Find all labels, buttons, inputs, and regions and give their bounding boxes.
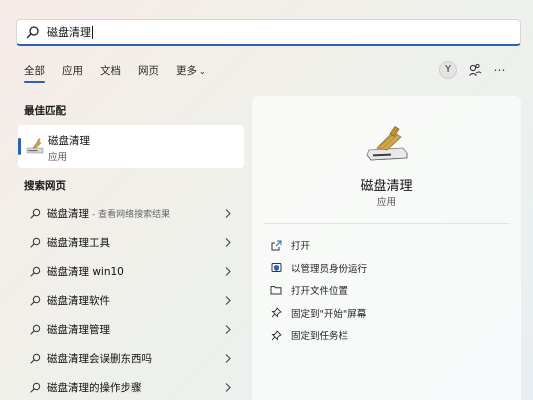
tab-apps-label: 应用 [62,65,83,77]
action-pin-to-start[interactable]: 固定到"开始"屏幕 [270,302,367,325]
tab-more-label: 更多 [176,65,197,77]
action-pin-to-start-label: 固定到"开始"屏幕 [291,308,367,320]
more-options-icon[interactable]: ⋯ [492,62,508,78]
web-result-hint: - 查看网络搜索结果 [92,210,171,220]
search-icon [30,295,41,306]
selection-indicator [18,138,21,155]
text-caret [92,25,93,39]
tab-all[interactable]: 全部 [24,62,45,83]
web-result-item[interactable]: 磁盘清理的操作步骤 [18,373,244,400]
chevron-right-icon [225,209,231,218]
divider [264,223,509,224]
web-result-label: 磁盘清理 [47,208,89,220]
chevron-right-icon [225,325,231,334]
chevron-right-icon [225,296,231,305]
pin-icon [270,307,282,319]
share-icon[interactable] [467,62,483,78]
best-match-item[interactable]: 磁盘清理 应用 [18,125,244,168]
tab-more[interactable]: 更多 ⌄ [176,62,206,82]
top-right-controls: Y ⋯ [439,61,517,79]
disk-cleanup-icon [26,138,44,154]
search-icon [30,208,41,219]
web-search-heading: 搜索网页 [24,180,66,192]
chevron-right-icon [225,267,231,276]
action-open-file-location-label: 打开文件位置 [291,286,349,298]
avatar[interactable]: Y [439,61,457,79]
search-icon [26,26,39,39]
folder-icon [270,284,282,296]
action-run-as-admin[interactable]: 以管理员身份运行 [270,257,367,280]
tab-web[interactable]: 网页 [138,62,159,82]
web-result-label: 磁盘清理 win10 [47,266,124,278]
search-icon [30,324,41,335]
best-match-heading: 最佳匹配 [24,105,66,117]
pin-icon [270,329,282,341]
chevron-right-icon [225,383,231,392]
web-result-item[interactable]: 磁盘清理会误删东西吗 [18,344,244,373]
action-pin-to-taskbar-label: 固定到任务栏 [291,331,349,343]
web-result-item[interactable]: 磁盘清理 - 查看网络搜索结果 [18,199,244,228]
tab-apps[interactable]: 应用 [62,62,83,82]
detail-app-name: 磁盘清理 [360,179,413,194]
tab-documents[interactable]: 文档 [100,62,121,82]
detail-pane: 磁盘清理 应用 打开 以管理员身份运行 打开文件位置 固定到"开始"屏幕 固定到… [252,96,521,400]
search-input[interactable]: 磁盘清理 [47,24,91,40]
web-result-item[interactable]: 磁盘清理 win10 [18,257,244,286]
web-result-label: 磁盘清理工具 [47,237,110,249]
open-icon [270,239,282,251]
search-box[interactable]: 磁盘清理 [16,19,521,46]
web-result-item[interactable]: 磁盘清理管理 [18,315,244,344]
action-open-label: 打开 [291,241,311,253]
search-icon [30,266,41,277]
web-result-label: 磁盘清理管理 [47,324,110,336]
tab-web-label: 网页 [138,65,159,77]
best-match-name: 磁盘清理 [48,135,90,147]
action-open-file-location[interactable]: 打开文件位置 [270,279,367,302]
chevron-down-icon: ⌄ [199,67,206,76]
best-match-type: 应用 [48,152,68,163]
shield-admin-icon [270,262,282,274]
tab-documents-label: 文档 [100,65,121,77]
web-result-item[interactable]: 磁盘清理工具 [18,228,244,257]
web-result-label: 磁盘清理会误删东西吗 [47,353,152,365]
action-run-as-admin-label: 以管理员身份运行 [291,263,368,275]
tab-all-label: 全部 [24,65,45,77]
action-list: 打开 以管理员身份运行 打开文件位置 固定到"开始"屏幕 固定到任务栏 [270,234,367,347]
filter-tabs: 全部 应用 文档 网页 更多 ⌄ [24,62,223,83]
search-icon [30,353,41,364]
chevron-right-icon [225,238,231,247]
web-result-label: 磁盘清理的操作步骤 [47,382,142,394]
chevron-right-icon [225,354,231,363]
action-pin-to-taskbar[interactable]: 固定到任务栏 [270,324,367,347]
web-result-label: 磁盘清理软件 [47,295,110,307]
disk-cleanup-icon [366,126,408,161]
action-open[interactable]: 打开 [270,234,367,257]
web-search-list: 磁盘清理 - 查看网络搜索结果 磁盘清理工具 磁盘清理 win10 磁盘清理软件… [18,199,244,400]
search-icon [30,382,41,393]
web-result-item[interactable]: 磁盘清理软件 [18,286,244,315]
detail-app-type: 应用 [376,197,396,208]
search-icon [30,237,41,248]
